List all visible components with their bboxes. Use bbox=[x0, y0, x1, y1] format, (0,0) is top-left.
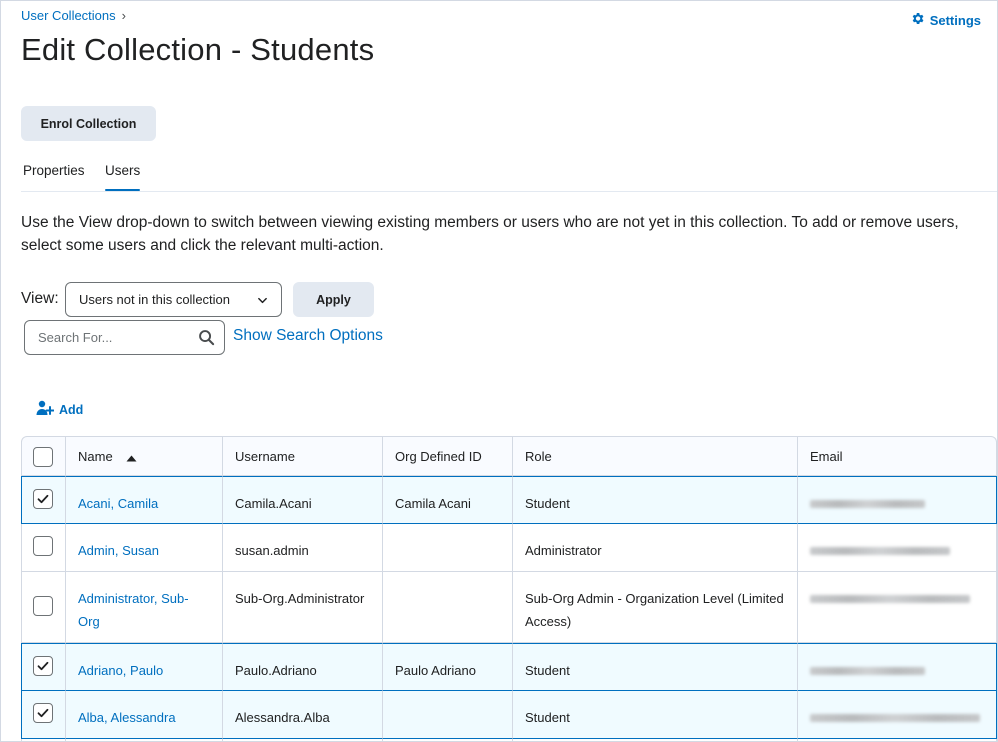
tab-properties[interactable]: Properties bbox=[23, 163, 85, 178]
column-header-org-id[interactable]: Org Defined ID bbox=[383, 436, 513, 476]
cell-org-id bbox=[383, 572, 513, 643]
page-title: Edit Collection - Students bbox=[21, 32, 375, 67]
enrol-collection-button[interactable]: Enrol Collection bbox=[21, 106, 156, 141]
view-select[interactable]: Users not in this collection bbox=[65, 282, 282, 317]
cell-role: Sub-Org Admin - Organization Level (Limi… bbox=[513, 572, 798, 643]
column-header-label: Name bbox=[78, 449, 113, 464]
instructions-text: Use the View drop-down to switch between… bbox=[21, 214, 959, 254]
user-name-link[interactable]: Administrator, Sub-Org bbox=[78, 591, 189, 629]
user-name-link[interactable]: Admin, Susan bbox=[78, 543, 159, 558]
cell-org-id: Camila Acani bbox=[383, 476, 513, 524]
tab-bar: Properties Users bbox=[21, 158, 997, 192]
table-row[interactable]: Alba, Alessandra Alessandra.Alba Student bbox=[21, 691, 997, 739]
column-header-email[interactable]: Email bbox=[798, 436, 997, 476]
row-select-cell bbox=[21, 643, 66, 691]
check-icon bbox=[37, 661, 49, 671]
check-icon bbox=[37, 494, 49, 504]
select-all-cell bbox=[21, 436, 66, 476]
cell-email bbox=[798, 476, 997, 524]
add-label: Add bbox=[59, 402, 84, 417]
redacted-email bbox=[810, 547, 950, 555]
redacted-email bbox=[810, 667, 925, 675]
cell-org-id bbox=[383, 524, 513, 572]
row-checkbox[interactable] bbox=[33, 489, 53, 509]
redacted-email bbox=[810, 500, 925, 508]
cell-username: Alessandra.Alba bbox=[223, 691, 383, 739]
cell-name: Admin, Susan bbox=[66, 524, 223, 572]
users-table: Name Username Org Defined ID Role Email bbox=[21, 436, 997, 741]
user-name-link[interactable]: Alba, Alessandra bbox=[78, 710, 176, 725]
show-search-options-link[interactable]: Show Search Options bbox=[233, 327, 383, 345]
row-select-cell bbox=[21, 572, 66, 643]
gear-icon bbox=[910, 11, 925, 29]
table-row[interactable]: Administrator, Sub-Org Sub-Org.Administr… bbox=[21, 572, 997, 643]
breadcrumb: User Collections › bbox=[21, 8, 126, 23]
cell-role: Student bbox=[513, 476, 798, 524]
search-placeholder: Search For... bbox=[38, 330, 113, 345]
cell-username: susan.admin bbox=[223, 524, 383, 572]
cell-username: Sub-Org.Administrator bbox=[223, 572, 383, 643]
settings-label: Settings bbox=[929, 12, 981, 28]
cell-email bbox=[798, 524, 997, 572]
cell-role: Student bbox=[513, 643, 798, 691]
add-user-icon bbox=[36, 400, 55, 419]
table-header-row: Name Username Org Defined ID Role Email bbox=[21, 436, 997, 476]
cell-org-id: Paulo Adriano bbox=[383, 643, 513, 691]
column-header-username[interactable]: Username bbox=[223, 436, 383, 476]
cell-email bbox=[798, 643, 997, 691]
redacted-email bbox=[810, 714, 980, 722]
check-icon bbox=[37, 708, 49, 718]
apply-button[interactable]: Apply bbox=[293, 282, 374, 317]
cell-name: Alba, Alessandra bbox=[66, 691, 223, 739]
cell-name: Acani, Camila bbox=[66, 476, 223, 524]
cell-email bbox=[798, 572, 997, 643]
row-select-cell bbox=[21, 476, 66, 524]
user-name-link[interactable]: Acani, Camila bbox=[78, 496, 158, 511]
row-checkbox[interactable] bbox=[33, 656, 53, 676]
search-input[interactable]: Search For... bbox=[24, 320, 225, 355]
sort-ascending-icon bbox=[126, 450, 137, 465]
row-checkbox[interactable] bbox=[33, 536, 53, 556]
table-row[interactable]: Acani, Camila Camila.Acani Camila Acani … bbox=[21, 476, 997, 524]
cell-org-id bbox=[383, 691, 513, 739]
settings-button[interactable]: Settings bbox=[910, 11, 981, 29]
cell-email bbox=[798, 691, 997, 739]
cell-username: Camila.Acani bbox=[223, 476, 383, 524]
cell-role: Student bbox=[513, 691, 798, 739]
row-checkbox[interactable] bbox=[33, 703, 53, 723]
cell-name: Administrator, Sub-Org bbox=[66, 572, 223, 643]
cell-role: Administrator bbox=[513, 524, 798, 572]
tab-users[interactable]: Users bbox=[105, 163, 141, 191]
row-checkbox[interactable] bbox=[33, 596, 53, 616]
table-row[interactable]: Adriano, Paulo Paulo.Adriano Paulo Adria… bbox=[21, 643, 997, 691]
search-icon[interactable] bbox=[198, 329, 215, 349]
select-all-checkbox[interactable] bbox=[33, 447, 53, 467]
column-header-name[interactable]: Name bbox=[66, 436, 223, 476]
breadcrumb-separator: › bbox=[121, 8, 126, 23]
breadcrumb-user-collections[interactable]: User Collections bbox=[21, 8, 116, 23]
cell-name: Adriano, Paulo bbox=[66, 643, 223, 691]
redacted-email bbox=[810, 595, 970, 603]
view-select-value: Users not in this collection bbox=[79, 292, 231, 307]
page-frame: User Collections › Settings Edit Collect… bbox=[0, 0, 998, 742]
view-label: View: bbox=[21, 290, 59, 307]
add-button[interactable]: Add bbox=[36, 400, 83, 419]
row-select-cell bbox=[21, 524, 66, 572]
chevron-down-icon bbox=[257, 294, 268, 309]
row-select-cell bbox=[21, 691, 66, 739]
cell-username: Paulo.Adriano bbox=[223, 643, 383, 691]
table-row[interactable]: Admin, Susan susan.admin Administrator bbox=[21, 524, 997, 572]
column-header-role[interactable]: Role bbox=[513, 436, 798, 476]
user-name-link[interactable]: Adriano, Paulo bbox=[78, 663, 163, 678]
